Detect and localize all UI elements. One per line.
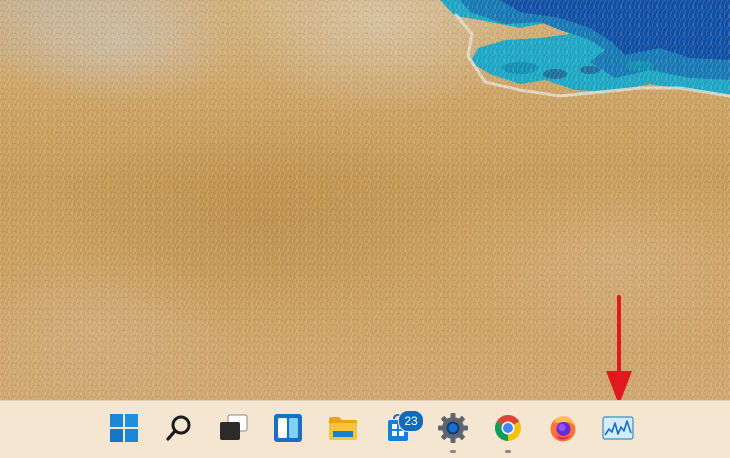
search-icon <box>166 415 191 441</box>
settings-running-indicator <box>450 450 456 453</box>
chrome-running-indicator <box>505 450 511 453</box>
firefox-button[interactable] <box>546 411 580 445</box>
firefox-icon <box>550 416 576 442</box>
red-arrow-down-icon <box>606 295 632 405</box>
widgets-button[interactable] <box>271 411 305 445</box>
chrome-button[interactable] <box>491 411 525 445</box>
store-notification-badge: 23 <box>398 410 424 432</box>
task-view-button[interactable] <box>216 411 250 445</box>
folder-icon <box>329 417 357 440</box>
task-view-icon <box>220 414 248 440</box>
settings-button[interactable] <box>436 411 470 445</box>
gear-icon <box>438 413 468 443</box>
chrome-icon <box>494 415 522 441</box>
resource-monitor-button[interactable] <box>601 411 635 445</box>
windows-logo-icon <box>110 414 138 442</box>
performance-graph-icon <box>602 416 634 440</box>
widgets-icon <box>274 414 302 442</box>
file-explorer-button[interactable] <box>326 411 360 445</box>
search-button[interactable] <box>162 411 196 445</box>
start-button[interactable] <box>107 411 141 445</box>
taskbar <box>0 400 730 458</box>
